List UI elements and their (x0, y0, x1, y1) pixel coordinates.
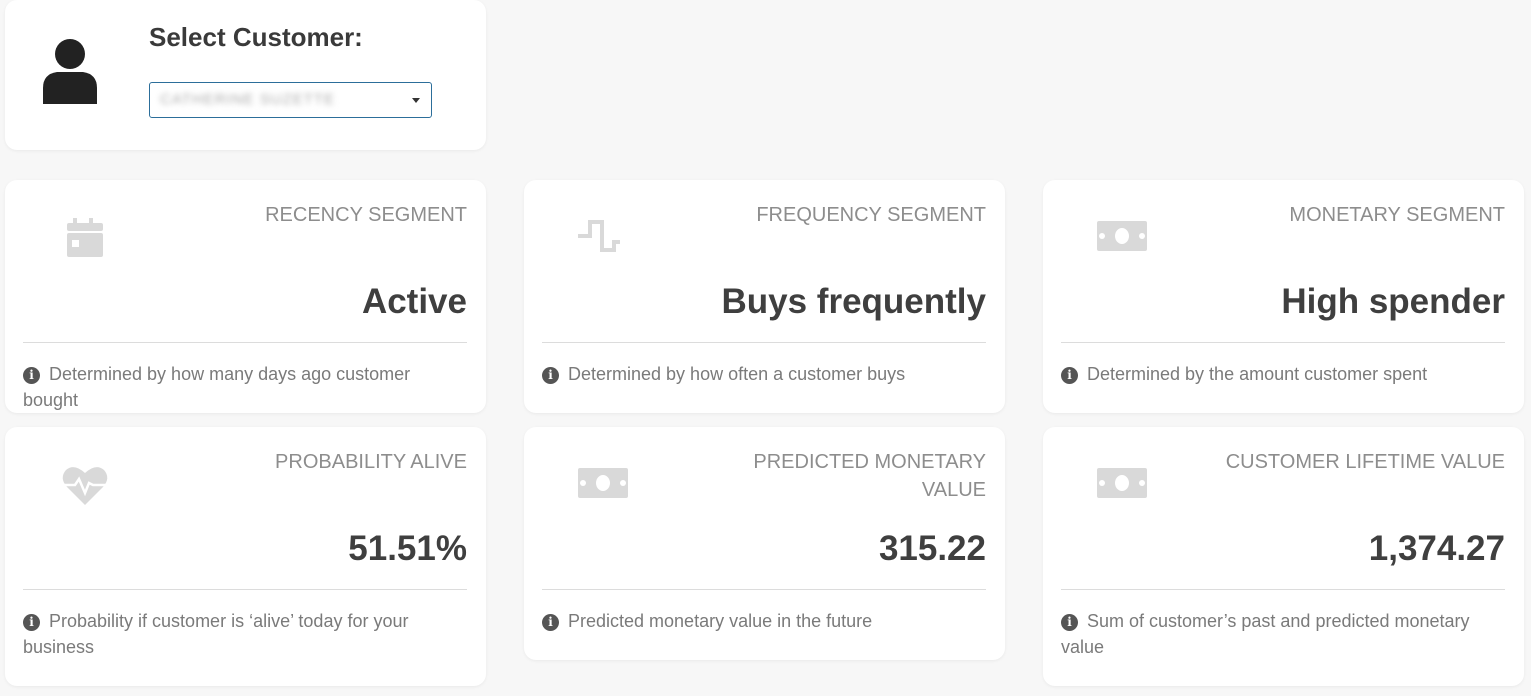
money-icon (1097, 221, 1147, 251)
metric-title: MONETARY SEGMENT (1289, 204, 1505, 226)
metric-description: i Sum of customer’s past and predicted mo… (1061, 608, 1505, 660)
metric-value: 1,374.27 (1368, 529, 1505, 568)
info-icon: i (1061, 614, 1078, 631)
metric-description-text: Predicted monetary value in the future (568, 611, 873, 631)
metric-description: i Probability if customer is ‘alive’ toda… (23, 608, 467, 660)
wave-icon (578, 220, 620, 252)
divider (1061, 589, 1505, 590)
heartbeat-icon (62, 467, 108, 505)
info-icon: i (23, 367, 40, 384)
metric-title: RECENCY SEGMENT (265, 204, 467, 226)
metric-description: i Predicted monetary value in the future (542, 608, 986, 634)
metric-description: i Determined by the amount customer spent (1061, 361, 1505, 387)
metric-value: Active (361, 282, 467, 321)
info-icon: i (23, 614, 40, 631)
frequency-segment-card: FREQUENCY SEGMENT Buys frequently i Deter… (524, 180, 1005, 413)
metric-value: High spender (1281, 282, 1505, 321)
info-icon: i (542, 614, 559, 631)
metric-description-text: Determined by how often a customer buys (568, 364, 906, 384)
user-icon (43, 39, 97, 104)
probability-alive-card: PROBABILITY ALIVE 51.51% i Probability if… (5, 427, 486, 686)
money-icon (578, 468, 628, 498)
monetary-segment-card: MONETARY SEGMENT High spender i Determine… (1043, 180, 1524, 413)
divider (23, 589, 467, 590)
info-icon: i (542, 367, 559, 384)
metric-title: PREDICTED MONETARY VALUE (753, 451, 986, 501)
metric-description: i Determined by how often a customer buys (542, 361, 986, 387)
customer-selector-card: Select Customer: CATHERINE SUZETTE (5, 0, 486, 150)
info-icon: i (1061, 367, 1078, 384)
customer-lifetime-value-card: CUSTOMER LIFETIME VALUE 1,374.27 i Sum of… (1043, 427, 1524, 686)
metric-description-text: Determined by how many days ago customer… (23, 364, 411, 410)
metric-description-text: Determined by the amount customer spent (1087, 364, 1428, 384)
divider (1061, 342, 1505, 343)
money-icon (1097, 468, 1147, 498)
chevron-down-icon[interactable] (412, 98, 420, 103)
divider (542, 342, 986, 343)
metric-description-text: Sum of customer’s past and predicted mon… (1061, 611, 1470, 657)
divider (542, 589, 986, 590)
metric-description: i Determined by how many days ago custome… (23, 361, 467, 413)
metric-title: FREQUENCY SEGMENT (756, 204, 986, 226)
metric-value: 51.51% (348, 529, 467, 568)
metric-description-text: Probability if customer is ‘alive’ today… (23, 611, 409, 657)
recency-segment-card: RECENCY SEGMENT Active i Determined by ho… (5, 180, 486, 413)
customer-dropdown-value: CATHERINE SUZETTE (160, 91, 336, 108)
metric-title: PROBABILITY ALIVE (275, 451, 467, 473)
metric-value: 315.22 (878, 529, 986, 568)
metric-value: Buys frequently (721, 282, 987, 321)
select-customer-label: Select Customer: (149, 22, 363, 52)
customer-dropdown[interactable]: CATHERINE SUZETTE (149, 82, 432, 118)
calendar-icon (67, 218, 103, 257)
metric-title: CUSTOMER LIFETIME VALUE (1225, 451, 1505, 473)
divider (23, 342, 467, 343)
predicted-monetary-value-card: PREDICTED MONETARY VALUE 315.22 i Predict… (524, 427, 1005, 660)
